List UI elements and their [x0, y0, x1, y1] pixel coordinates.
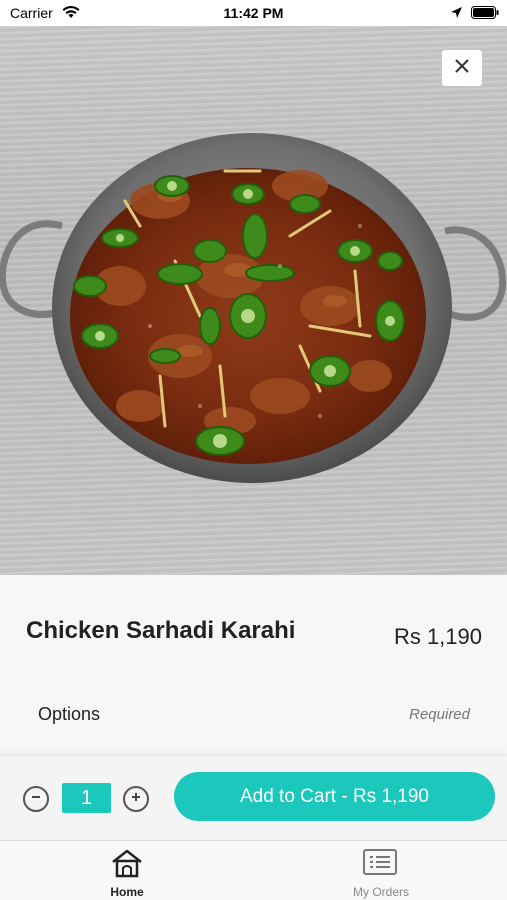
plus-icon — [130, 790, 142, 808]
quantity-value: 1 — [62, 783, 111, 813]
quantity-decrement-button[interactable] — [23, 786, 49, 812]
status-time: 11:42 PM — [223, 5, 284, 21]
tab-my-orders[interactable]: My Orders — [254, 841, 507, 900]
close-icon — [454, 58, 470, 79]
quantity-increment-button[interactable] — [123, 786, 149, 812]
item-name: Chicken Sarhadi Karahi — [26, 617, 296, 644]
status-bar: Carrier 11:42 PM — [0, 0, 507, 26]
minus-icon — [30, 790, 42, 808]
required-badge: Required — [409, 706, 470, 723]
item-details — [0, 575, 507, 755]
tab-home-label: Home — [110, 885, 144, 899]
karahi-dish-illustration — [0, 133, 507, 483]
tab-home[interactable]: Home — [0, 841, 254, 900]
location-arrow-icon — [450, 6, 463, 24]
options-label[interactable]: Options — [38, 704, 100, 725]
home-icon — [110, 848, 144, 883]
battery-icon — [471, 6, 499, 24]
tab-my-orders-label: My Orders — [352, 885, 409, 899]
add-to-cart-button[interactable]: Add to Cart - Rs 1,190 — [174, 772, 495, 821]
orders-list-icon — [362, 848, 398, 881]
tab-bar: Home My Orders — [0, 840, 507, 900]
food-image — [0, 26, 507, 575]
close-button[interactable] — [442, 50, 482, 86]
item-price: Rs 1,190 — [393, 624, 482, 649]
